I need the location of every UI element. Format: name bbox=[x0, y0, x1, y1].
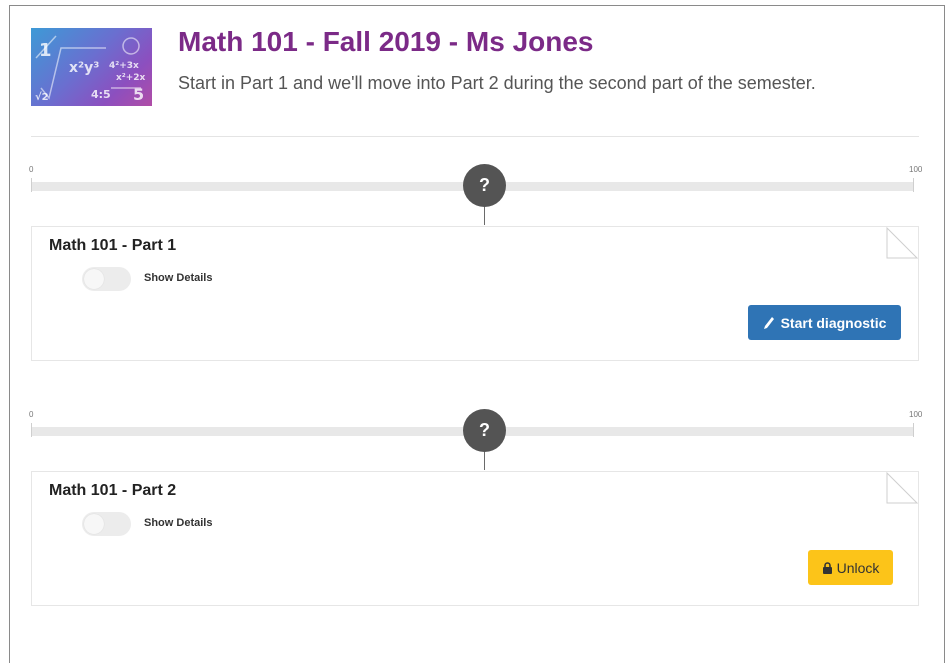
svg-text:4:5: 4:5 bbox=[91, 88, 111, 101]
marker-connector bbox=[484, 450, 485, 470]
track-start-tick bbox=[31, 423, 32, 437]
toggle-knob bbox=[84, 514, 104, 534]
svg-text:x²+2x: x²+2x bbox=[116, 73, 146, 83]
svg-text:4²+3x: 4²+3x bbox=[109, 61, 139, 71]
unlock-label: Unlock bbox=[836, 559, 880, 576]
scale-min-label: 0 bbox=[29, 410, 34, 419]
track-end-tick bbox=[913, 178, 914, 192]
show-details-label: Show Details bbox=[144, 272, 213, 284]
section-title: Math 101 - Part 2 bbox=[49, 482, 177, 499]
track-end-tick bbox=[913, 423, 914, 437]
course-image: 1 x²y³ 4²+3x x²+2x √2 4:5 5 bbox=[31, 28, 152, 106]
show-details-toggle[interactable] bbox=[82, 512, 131, 536]
show-details-toggle[interactable] bbox=[82, 267, 131, 291]
section-card: Math 101 - Part 1 Show Details Start dia… bbox=[31, 226, 919, 361]
page-frame: 1 x²y³ 4²+3x x²+2x √2 4:5 5 Math 101 - F… bbox=[9, 5, 945, 663]
svg-text:5: 5 bbox=[133, 85, 144, 104]
math-formulas-image: 1 x²y³ 4²+3x x²+2x √2 4:5 5 bbox=[35, 35, 146, 104]
scale-max-label: 100 bbox=[909, 410, 923, 419]
course-header: 1 x²y³ 4²+3x x²+2x √2 4:5 5 Math 101 - F… bbox=[10, 6, 944, 138]
toggle-knob bbox=[84, 269, 104, 289]
unlock-button[interactable]: Unlock bbox=[808, 550, 893, 585]
scale-min-label: 0 bbox=[29, 165, 34, 174]
track-start-tick bbox=[31, 178, 32, 192]
svg-text:x²y³: x²y³ bbox=[69, 60, 99, 76]
svg-text:√2: √2 bbox=[35, 91, 49, 103]
scale-max-label: 100 bbox=[909, 165, 923, 174]
course-title: Math 101 - Fall 2019 - Ms Jones bbox=[178, 26, 594, 57]
header-divider bbox=[31, 136, 919, 137]
progress-marker[interactable]: ? bbox=[463, 409, 506, 452]
page-corner-icon bbox=[886, 472, 918, 504]
course-description: Start in Part 1 and we'll move into Part… bbox=[178, 73, 816, 93]
show-details-label: Show Details bbox=[144, 517, 213, 529]
progress-marker[interactable]: ? bbox=[463, 164, 506, 207]
pencil-icon bbox=[763, 316, 775, 330]
start-diagnostic-label: Start diagnostic bbox=[780, 314, 887, 331]
lock-icon bbox=[822, 561, 833, 574]
start-diagnostic-button[interactable]: Start diagnostic bbox=[748, 305, 901, 340]
page-corner-icon bbox=[886, 227, 918, 259]
marker-connector bbox=[484, 205, 485, 225]
section-card: Math 101 - Part 2 Show Details Unlock bbox=[31, 471, 919, 606]
svg-text:1: 1 bbox=[39, 40, 52, 61]
section-title: Math 101 - Part 1 bbox=[49, 237, 177, 254]
